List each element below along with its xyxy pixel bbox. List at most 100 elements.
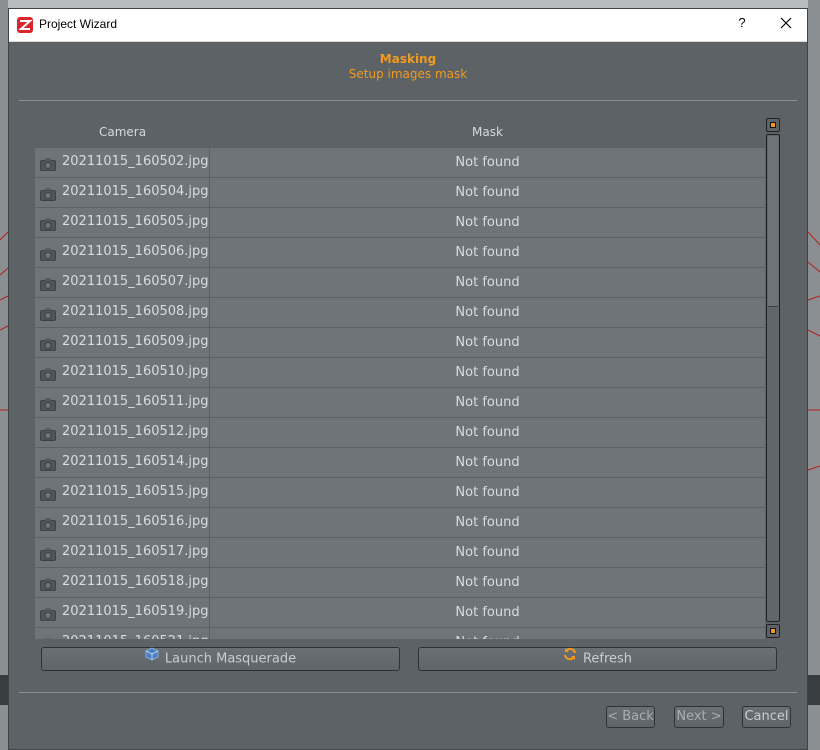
launch-masquerade-label: Launch Masquerade — [164, 651, 297, 667]
mask-cell[interactable]: Not found — [210, 628, 765, 639]
scroll-down-button[interactable] — [766, 624, 780, 638]
close-icon — [780, 17, 792, 29]
scrollbar-thumb[interactable] — [768, 136, 778, 307]
camera-cell[interactable]: 20211015_160517.jpg — [35, 538, 210, 567]
column-header-mask[interactable]: Mask — [472, 125, 503, 139]
mask-cell[interactable]: Not found — [210, 238, 765, 267]
table-row[interactable]: 20211015_160505.jpg Not found — [35, 207, 765, 237]
camera-cell[interactable]: 20211015_160505.jpg — [35, 208, 210, 237]
table-row[interactable]: 20211015_160506.jpg Not found — [35, 237, 765, 267]
mask-cell[interactable]: Not found — [210, 568, 765, 597]
camera-filename: 20211015_160505.jpg — [62, 214, 209, 229]
mask-cell[interactable]: Not found — [210, 148, 765, 177]
camera-cell[interactable]: 20211015_160504.jpg — [35, 178, 210, 207]
camera-icon — [40, 216, 56, 231]
table-body: 20211015_160502.jpg Not found 20211015_160… — [35, 147, 765, 639]
mask-status: Not found — [455, 545, 520, 560]
camera-icon — [40, 456, 56, 471]
table-row[interactable]: 20211015_160504.jpg Not found — [35, 177, 765, 207]
camera-icon — [40, 426, 56, 441]
camera-filename: 20211015_160516.jpg — [62, 514, 209, 529]
table-row[interactable]: 20211015_160515.jpg Not found — [35, 477, 765, 507]
camera-icon — [40, 306, 56, 321]
cancel-button[interactable]: Cancel — [742, 706, 791, 728]
camera-cell[interactable]: 20211015_160507.jpg — [35, 268, 210, 297]
camera-cell[interactable]: 20211015_160514.jpg — [35, 448, 210, 477]
mask-cell[interactable]: Not found — [210, 448, 765, 477]
mask-cell[interactable]: Not found — [210, 328, 765, 357]
scrollbar-track[interactable] — [766, 134, 780, 622]
camera-cell[interactable]: 20211015_160515.jpg — [35, 478, 210, 507]
camera-cell[interactable]: 20211015_160509.jpg — [35, 328, 210, 357]
camera-icon — [40, 366, 56, 381]
camera-cell[interactable]: 20211015_160502.jpg — [35, 148, 210, 177]
back-button[interactable]: < Back — [606, 706, 655, 728]
window-title: Project Wizard — [39, 17, 118, 31]
camera-icon — [40, 486, 56, 501]
table-header: Camera Mask — [35, 119, 765, 147]
camera-cell[interactable]: 20211015_160521.jpg — [35, 628, 210, 639]
table-row[interactable]: 20211015_160502.jpg Not found — [35, 147, 765, 177]
camera-icon — [40, 576, 56, 591]
mask-status: Not found — [455, 575, 520, 590]
title-bar: Project Wizard ? — [9, 9, 807, 42]
camera-filename: 20211015_160509.jpg — [62, 334, 209, 349]
camera-cell[interactable]: 20211015_160519.jpg — [35, 598, 210, 627]
table-row[interactable]: 20211015_160510.jpg Not found — [35, 357, 765, 387]
camera-cell[interactable]: 20211015_160508.jpg — [35, 298, 210, 327]
mask-status: Not found — [455, 425, 520, 440]
camera-cell[interactable]: 20211015_160510.jpg — [35, 358, 210, 387]
table-row[interactable]: 20211015_160521.jpgNot found — [35, 627, 765, 639]
camera-filename: 20211015_160511.jpg — [62, 394, 209, 409]
mask-status: Not found — [455, 365, 520, 380]
table-row[interactable]: 20211015_160509.jpg Not found — [35, 327, 765, 357]
mask-cell[interactable]: Not found — [210, 508, 765, 537]
camera-icon — [40, 276, 56, 291]
table-row[interactable]: 20211015_160517.jpg Not found — [35, 537, 765, 567]
mask-status: Not found — [455, 245, 520, 260]
mask-cell[interactable]: Not found — [210, 268, 765, 297]
mask-status: Not found — [455, 305, 520, 320]
table-row[interactable]: 20211015_160512.jpg Not found — [35, 417, 765, 447]
refresh-label: Refresh — [582, 651, 633, 667]
mask-cell[interactable]: Not found — [210, 418, 765, 447]
table-row[interactable]: 20211015_160518.jpg Not found — [35, 567, 765, 597]
footer-divider — [19, 692, 797, 693]
camera-filename: 20211015_160512.jpg — [62, 424, 209, 439]
camera-cell[interactable]: 20211015_160516.jpg — [35, 508, 210, 537]
table-row[interactable]: 20211015_160507.jpg Not found — [35, 267, 765, 297]
mask-cell[interactable]: Not found — [210, 208, 765, 237]
mask-cell[interactable]: Not found — [210, 598, 765, 627]
table-row[interactable]: 20211015_160508.jpg Not found — [35, 297, 765, 327]
mask-cell[interactable]: Not found — [210, 298, 765, 327]
camera-cell[interactable]: 20211015_160511.jpg — [35, 388, 210, 417]
mask-cell[interactable]: Not found — [210, 478, 765, 507]
close-button[interactable] — [777, 13, 795, 33]
next-button[interactable]: Next > — [674, 706, 724, 728]
mask-cell[interactable]: Not found — [210, 538, 765, 567]
camera-filename: 20211015_160519.jpg — [62, 604, 209, 619]
camera-cell[interactable]: 20211015_160506.jpg — [35, 238, 210, 267]
table-row[interactable]: 20211015_160511.jpg Not found — [35, 387, 765, 417]
refresh-icon — [563, 647, 577, 669]
mask-status: Not found — [455, 215, 520, 230]
camera-icon — [40, 606, 56, 621]
mask-cell[interactable]: Not found — [210, 388, 765, 417]
launch-masquerade-button[interactable]: Launch Masquerade — [41, 647, 400, 671]
column-header-camera[interactable]: Camera — [99, 125, 146, 139]
table-row[interactable]: 20211015_160519.jpg Not found — [35, 597, 765, 627]
table-row[interactable]: 20211015_160514.jpg Not found — [35, 447, 765, 477]
refresh-button[interactable]: Refresh — [418, 647, 777, 671]
camera-icon — [40, 516, 56, 531]
header-divider — [19, 100, 797, 101]
camera-filename: 20211015_160504.jpg — [62, 184, 209, 199]
mask-table: Camera Mask 20211015_160502.jpg Not found… — [35, 119, 765, 639]
help-button[interactable]: ? — [735, 15, 749, 30]
table-row[interactable]: 20211015_160516.jpg Not found — [35, 507, 765, 537]
mask-cell[interactable]: Not found — [210, 178, 765, 207]
camera-cell[interactable]: 20211015_160512.jpg — [35, 418, 210, 447]
masquerade-cube-icon — [145, 647, 159, 669]
mask-cell[interactable]: Not found — [210, 358, 765, 387]
camera-cell[interactable]: 20211015_160518.jpg — [35, 568, 210, 597]
scroll-up-button[interactable] — [766, 118, 780, 132]
